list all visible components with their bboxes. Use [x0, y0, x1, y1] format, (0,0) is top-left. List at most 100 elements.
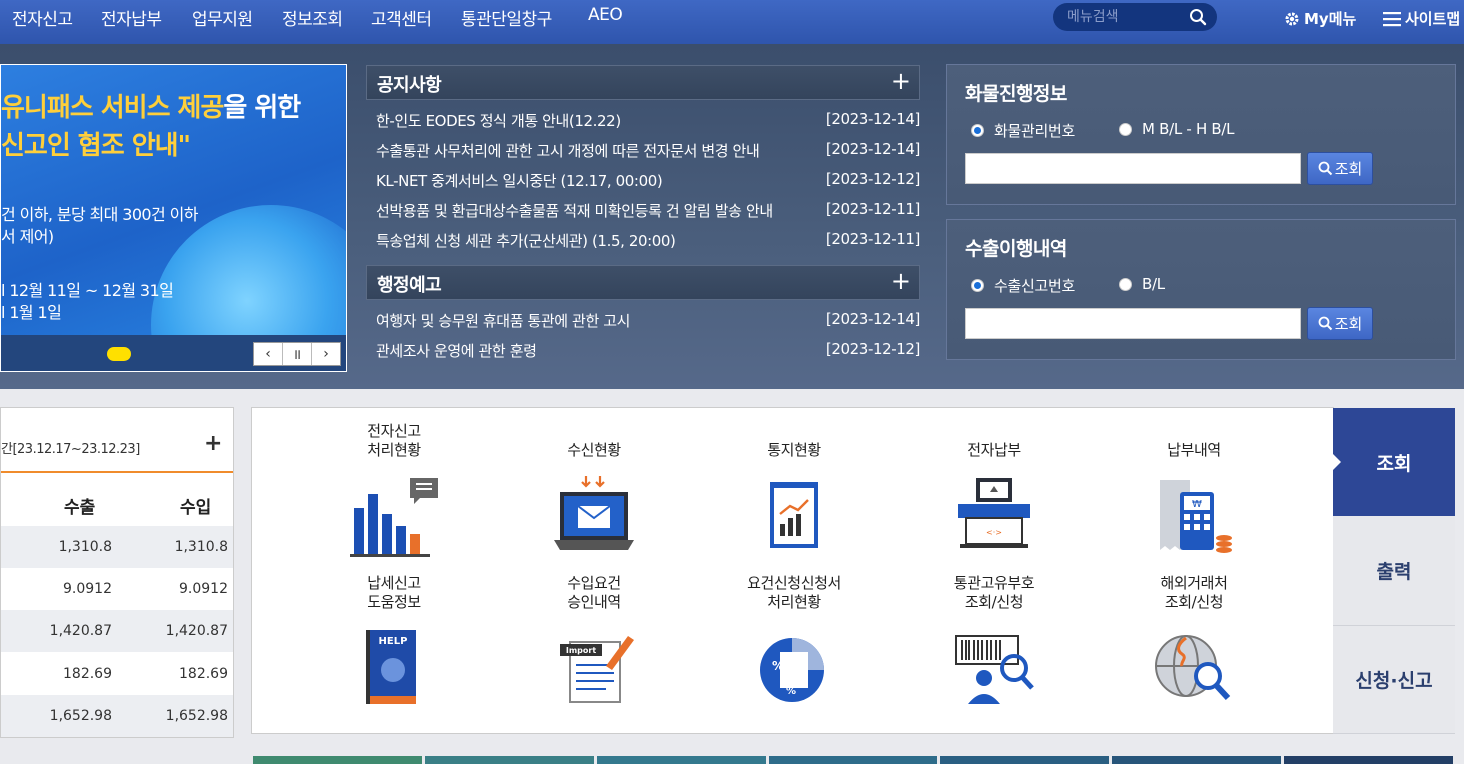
cargo-progress-title: 화물진행정보	[965, 83, 1067, 105]
svg-text:%: %	[786, 686, 796, 697]
svg-text:<·>: <·>	[986, 528, 1002, 537]
service-customs-code-inquiry[interactable]: 통관고유부호 조회/신청	[899, 572, 1089, 716]
slide-indicator-dot[interactable]	[107, 347, 131, 361]
laptop-mail-icon	[554, 476, 634, 550]
exchange-rate-panel: 간[23.12.17~23.12.23] + 수출 수입 1,310.8 1,31…	[0, 407, 234, 738]
nav-aeo[interactable]: AEO	[588, 5, 623, 25]
sitemap-button[interactable]: 사이트맵	[1383, 8, 1460, 29]
payment-terminal-icon: <·>	[958, 478, 1030, 548]
notice-item[interactable]: 선박용품 및 환급대상수출물품 적재 미확인등록 건 알림 발송 안내 [2023…	[376, 200, 920, 222]
quick-link-tile[interactable]	[768, 756, 938, 764]
service-receipt-status[interactable]: 수신현황	[499, 420, 689, 564]
svg-text:%: %	[772, 659, 784, 673]
nav-electronic-payment[interactable]: 전자납부	[101, 5, 162, 30]
barcode-search-icon	[955, 635, 1034, 704]
radio-cargo-number[interactable]: 화물관리번호	[971, 120, 1075, 141]
prev-slide-button[interactable]: ‹	[254, 343, 283, 365]
service-tax-help[interactable]: 납세신고 도움정보 HELP	[299, 572, 489, 716]
notice-item[interactable]: KL-NET 중계서비스 일시중단 (12.17, 00:00) [2023-12…	[376, 170, 920, 192]
service-payment-history[interactable]: 납부내역 ₩	[1099, 420, 1289, 564]
quick-link-tile[interactable]	[253, 756, 422, 764]
service-requirement-application-status[interactable]: 요건신청신청서 처리현황 % %	[699, 572, 889, 716]
search-icon	[1318, 161, 1332, 176]
admin-notice-more-button[interactable]: +	[891, 267, 911, 295]
notice-more-button[interactable]: +	[891, 67, 911, 95]
cargo-number-input[interactable]	[965, 153, 1301, 184]
nav-info-inquiry[interactable]: 정보조회	[282, 5, 343, 30]
import-column-header: 수입	[180, 498, 212, 518]
nav-customer-center[interactable]: 고객센터	[371, 5, 432, 30]
hamburger-icon	[1383, 11, 1401, 26]
tab-apply-report[interactable]: 신청·신고	[1333, 626, 1455, 734]
radio-bl[interactable]: B/L	[1119, 275, 1165, 293]
sitemap-label: 사이트맵	[1405, 10, 1461, 28]
search-icon[interactable]	[1189, 8, 1207, 26]
admin-notice-item[interactable]: 여행자 및 승무원 휴대품 통관에 관한 고시 [2023-12-14]	[376, 310, 920, 332]
radio-export-number[interactable]: 수출신고번호	[971, 275, 1075, 296]
service-import-requirement-approval[interactable]: 수입요건 승인내역 Import	[499, 572, 689, 716]
search-icon	[1318, 316, 1332, 331]
receipt-calculator-icon: ₩	[1160, 480, 1232, 553]
notice-title: 공지사항	[377, 75, 442, 96]
banner-text: l 1월 1일	[1, 303, 62, 322]
service-overseas-partner-inquiry[interactable]: 해외거래처 조회/신청	[1099, 572, 1289, 716]
my-menu-button[interactable]: My메뉴	[1283, 8, 1356, 29]
notice-header: 공지사항 +	[366, 65, 920, 100]
tab-inquiry[interactable]: 조회	[1333, 408, 1455, 516]
admin-notice-header: 행정예고 +	[366, 265, 920, 300]
banner-text: 서 제어)	[1, 227, 54, 246]
table-row: 182.69 182.69	[63, 666, 228, 682]
next-slide-button[interactable]: ›	[312, 343, 340, 365]
table-row: 9.0912 9.0912	[63, 581, 228, 597]
divider	[1, 471, 233, 473]
radio-mbl-hbl[interactable]: M B/L - H B/L	[1119, 120, 1235, 138]
menu-search-input[interactable]	[1067, 7, 1177, 27]
admin-notice-item[interactable]: 관세조사 운영에 관한 훈령 [2023-12-12]	[376, 340, 920, 362]
table-row: 1,652.98 1,652.98	[1, 695, 233, 737]
help-book-icon: HELP	[366, 630, 416, 704]
gear-icon	[1285, 12, 1299, 25]
exchange-rate-more-button[interactable]: +	[204, 431, 222, 456]
quick-link-tile[interactable]	[424, 756, 594, 764]
import-document-icon: Import	[560, 636, 634, 703]
quick-link-tile[interactable]	[596, 756, 766, 764]
notice-item[interactable]: 특송업체 신청 세관 추가(군산세관) (1.5, 20:00) [2023-12…	[376, 230, 920, 252]
service-notification-status[interactable]: 통지현황	[699, 420, 889, 564]
cargo-query-button[interactable]: 조회	[1307, 152, 1373, 185]
nav-single-window[interactable]: 통관단일창구	[461, 5, 552, 30]
export-history-title: 수출이행내역	[965, 238, 1067, 260]
exchange-rate-period: 간[23.12.17~23.12.23]	[1, 442, 140, 457]
quick-link-tile[interactable]	[940, 756, 1110, 764]
percent-chart-icon: % %	[760, 638, 824, 702]
export-history-panel: 수출이행내역 수출신고번호 B/L 조회	[946, 219, 1456, 360]
active-tab-indicator	[1332, 453, 1341, 471]
cargo-progress-panel: 화물진행정보 화물관리번호 M B/L - H B/L 조회	[946, 64, 1456, 205]
tab-print[interactable]: 출력	[1333, 516, 1455, 626]
menu-search-box	[1053, 3, 1217, 31]
banner-text: l 12월 11일 ~ 12월 31일	[1, 281, 174, 300]
nav-electronic-report[interactable]: 전자신고	[12, 5, 73, 30]
export-number-input[interactable]	[965, 308, 1301, 339]
notice-item[interactable]: 수출통관 사무처리에 관한 고시 개정에 따른 전자문서 변경 안내 [2023-…	[376, 140, 920, 162]
export-column-header: 수출	[64, 498, 96, 518]
notice-item[interactable]: 한-인도 EODES 정식 개통 안내(12.22) [2023-12-14]	[376, 110, 920, 132]
my-menu-label: My메뉴	[1304, 10, 1357, 28]
quick-link-tile[interactable]	[1284, 756, 1454, 764]
nav-business-support[interactable]: 업무지원	[192, 5, 253, 30]
slider-controls: ‹ ॥ ›	[253, 342, 341, 366]
service-electronic-payment[interactable]: 전자납부 <·>	[899, 420, 1089, 564]
svg-text:Import: Import	[566, 646, 596, 655]
promo-banner[interactable]: 유니패스 서비스 제공을 위한 신고인 협조 안내" 건 이하, 분당 최대 3…	[0, 64, 347, 372]
pause-slide-button[interactable]: ॥	[283, 343, 312, 365]
bottom-quick-links	[253, 756, 1454, 764]
banner-text: 건 이하, 분당 최대 300건 이하	[1, 205, 198, 224]
banner-headline: 유니패스 서비스 제공을 위한	[1, 93, 301, 123]
service-electronic-report-status[interactable]: 전자신고 처리현황	[299, 420, 489, 564]
admin-notice-title: 행정예고	[377, 275, 442, 296]
report-chart-icon	[770, 482, 818, 548]
quick-link-tile[interactable]	[1112, 756, 1282, 764]
service-menu-panel: 전자신고 처리현황 수신현황 통지현황 전자납부 <·> 납부내역 ₩ 납세신고…	[251, 407, 1334, 734]
banner-headline-2: 신고인 협조 안내"	[1, 131, 191, 161]
export-query-button[interactable]: 조회	[1307, 307, 1373, 340]
table-row: 1,310.8 1,310.8	[1, 526, 233, 568]
